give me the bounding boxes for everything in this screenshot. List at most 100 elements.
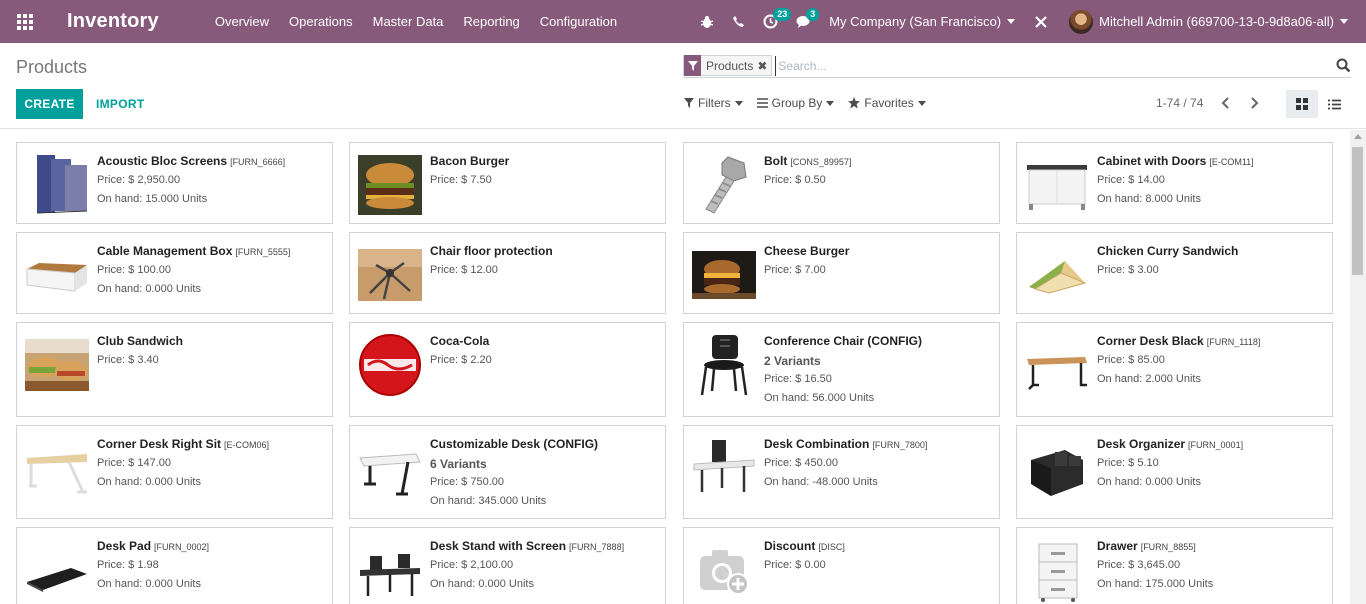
product-card[interactable]: Club Sandwich Price: $ 3.40 <box>16 322 333 417</box>
product-price: Price: $ 0.00 <box>764 559 826 571</box>
product-card[interactable]: Bolt [CONS_89957] Price: $ 0.50 <box>683 142 1000 224</box>
pager: 1-74 / 74 <box>1156 96 1259 110</box>
pager-value[interactable]: 1-74 / 74 <box>1156 96 1203 110</box>
menu-configuration[interactable]: Configuration <box>530 0 627 43</box>
user-menu[interactable]: Mitchell Admin (669700-13-0-9d8a06-all) <box>1057 9 1366 34</box>
product-card[interactable]: Cheese Burger Price: $ 7.00 <box>683 232 1000 314</box>
groupby-label: Group By <box>771 96 823 110</box>
product-onhand: On hand: 345.000 Units <box>430 495 547 507</box>
favorites-dropdown[interactable]: Favorites <box>848 96 926 110</box>
tools-button[interactable] <box>1025 0 1057 43</box>
product-card[interactable]: Corner Desk Right Sit [E-COM06] Price: $ … <box>16 425 333 519</box>
product-name: Desk Pad [FURN_0002] <box>97 539 210 553</box>
product-card[interactable]: Desk Stand with Screen [FURN_7888] Price:… <box>349 527 666 604</box>
phone-button[interactable] <box>723 0 754 43</box>
product-price: Price: $ 12.00 <box>430 264 498 276</box>
company-name: My Company (San Francisco) <box>829 14 1002 29</box>
star-icon <box>848 97 861 109</box>
close-icon[interactable]: ✖ <box>757 59 771 73</box>
menu-operations[interactable]: Operations <box>279 0 363 43</box>
groupby-dropdown[interactable]: Group By <box>756 96 835 110</box>
company-switcher[interactable]: My Company (San Francisco) <box>821 14 1025 29</box>
product-price: Price: $ 3.40 <box>97 354 159 366</box>
product-card[interactable]: Chair floor protection Price: $ 12.00 <box>349 232 666 314</box>
menu-reporting[interactable]: Reporting <box>453 0 529 43</box>
chevron-down-icon <box>917 100 926 106</box>
desk-stand-image <box>358 538 422 602</box>
chevron-left-icon[interactable] <box>1221 97 1230 109</box>
product-card[interactable]: Customizable Desk (CONFIG) 6 Variants Pr… <box>349 425 666 519</box>
search-input[interactable] <box>775 55 1316 76</box>
product-card[interactable]: Bacon Burger Price: $ 7.50 <box>349 142 666 224</box>
apps-menu-button[interactable] <box>0 0 50 43</box>
filters-dropdown[interactable]: Filters <box>684 96 743 110</box>
messages-count-badge: 3 <box>806 8 820 21</box>
sandwich-image <box>1025 243 1089 307</box>
product-card[interactable]: Cabinet with Doors [E-COM11] Price: $ 14.… <box>1016 142 1333 224</box>
search-bar: Products ✖ <box>683 54 1351 78</box>
product-price: Price: $ 7.50 <box>430 174 492 186</box>
product-name: Chicken Curry Sandwich <box>1097 244 1239 258</box>
scroll-up-arrow-icon[interactable] <box>1354 134 1362 139</box>
menu-master-data[interactable]: Master Data <box>363 0 454 43</box>
grid-icon <box>1296 98 1308 110</box>
messages-button[interactable]: 3 <box>787 0 821 43</box>
product-name: Cable Management Box [FURN_5555] <box>97 244 291 258</box>
product-ref: [FURN_0001] <box>1188 440 1244 450</box>
product-name: Conference Chair (CONFIG) <box>764 334 923 348</box>
product-onhand: On hand: 0.000 Units <box>430 578 534 590</box>
chevron-right-icon[interactable] <box>1250 97 1259 109</box>
product-name: Customizable Desk (CONFIG) <box>430 437 599 451</box>
list-view-button[interactable] <box>1318 90 1350 118</box>
activity-button[interactable]: 23 <box>754 0 792 43</box>
product-card[interactable]: Discount [DISC] Price: $ 0.00 <box>683 527 1000 604</box>
list-icon <box>1327 99 1341 109</box>
desk-organizer-image <box>1025 436 1089 500</box>
product-name: Desk Organizer [FURN_0001] <box>1097 437 1244 451</box>
product-name: Bolt [CONS_89957] <box>764 154 852 168</box>
product-card[interactable]: Corner Desk Black [FURN_1118] Price: $ 85… <box>1016 322 1333 417</box>
chevron-down-icon <box>734 100 743 106</box>
product-name: Club Sandwich <box>97 334 184 348</box>
product-card[interactable]: Drawer [FURN_8855] Price: $ 3,645.00 On h… <box>1016 527 1333 604</box>
kanban-view-button[interactable] <box>1286 90 1318 118</box>
avatar <box>1069 9 1094 34</box>
product-card[interactable]: Desk Organizer [FURN_0001] Price: $ 5.10 … <box>1016 425 1333 519</box>
top-navbar: Inventory Overview Operations Master Dat… <box>0 0 1366 43</box>
product-price: Price: $ 7.00 <box>764 264 826 276</box>
debug-button[interactable] <box>691 0 723 43</box>
product-price: Price: $ 450.00 <box>764 457 838 469</box>
product-card[interactable]: Coca-Cola Price: $ 2.20 <box>349 322 666 417</box>
product-onhand: On hand: 8.000 Units <box>1097 193 1201 205</box>
product-card[interactable]: Conference Chair (CONFIG) 2 Variants Pri… <box>683 322 1000 417</box>
product-price: Price: $ 147.00 <box>97 457 171 469</box>
product-name: Bacon Burger <box>430 154 510 168</box>
bug-icon <box>700 15 714 28</box>
product-price: Price: $ 2.20 <box>430 354 492 366</box>
product-ref: [DISC] <box>818 542 845 552</box>
product-ref: [FURN_5555] <box>235 247 291 257</box>
import-button[interactable]: IMPORT <box>96 89 144 119</box>
create-button[interactable]: CREATE <box>16 89 83 119</box>
pager-nav <box>1221 97 1259 109</box>
scrollbar-thumb[interactable] <box>1352 147 1363 275</box>
chevron-down-icon <box>826 100 835 106</box>
page-title[interactable]: Products <box>16 57 87 78</box>
tools-icon <box>1035 15 1047 28</box>
bolt-image <box>692 153 756 217</box>
search-icon[interactable] <box>1336 58 1351 76</box>
product-card[interactable]: Acoustic Bloc Screens [FURN_6666] Price: … <box>16 142 333 224</box>
menu-overview[interactable]: Overview <box>205 0 279 43</box>
product-card[interactable]: Desk Combination [FURN_7800] Price: $ 450… <box>683 425 1000 519</box>
main-menu: Overview Operations Master Data Reportin… <box>205 0 627 43</box>
product-card[interactable]: Cable Management Box [FURN_5555] Price: $… <box>16 232 333 314</box>
app-brand[interactable]: Inventory <box>67 10 159 33</box>
club-sandwich-image <box>25 333 89 397</box>
product-name: Desk Stand with Screen [FURN_7888] <box>430 539 625 553</box>
apps-grid-icon <box>17 13 33 30</box>
product-card[interactable]: Chicken Curry Sandwich Price: $ 3.00 <box>1016 232 1333 314</box>
bars-icon <box>756 98 768 108</box>
vertical-scrollbar[interactable] <box>1350 130 1366 604</box>
product-card[interactable]: Desk Pad [FURN_0002] Price: $ 1.98 On han… <box>16 527 333 604</box>
cable-box-image <box>25 243 89 307</box>
